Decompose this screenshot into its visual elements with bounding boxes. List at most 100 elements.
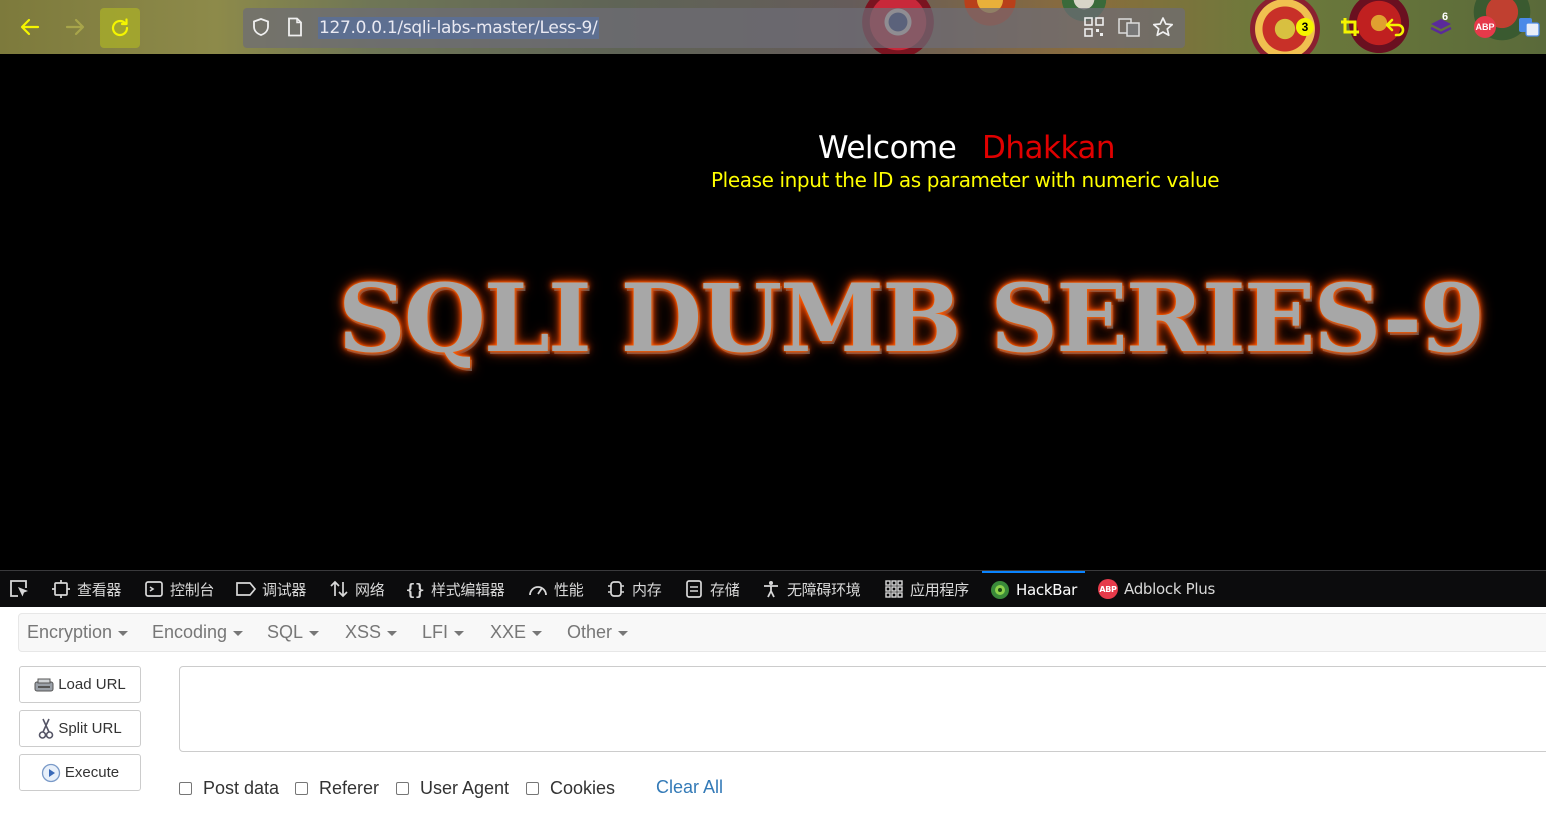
menu-sql[interactable]: SQL [267,614,320,651]
tab-memory[interactable]: 内存 [606,571,662,607]
load-url-button[interactable]: Load URL [19,666,141,703]
devtools-tab-bar: 查看器 控制台 调试器 网络 {} 样式编辑器 性能 内存 存储 无障碍环境 应… [0,570,1546,607]
translate-extension-icon [1519,18,1540,37]
tracking-protection-shield[interactable] [248,14,274,40]
post-data-checkbox[interactable]: Post data [179,778,279,799]
caret-down-icon [454,630,465,636]
tab-label: 性能 [554,580,584,599]
back-button[interactable] [14,11,46,43]
scissors-icon [38,718,54,740]
menu-xxe[interactable]: XXE [490,614,543,651]
browser-toolbar: 127.0.0.1/sqli-labs-master/Less-9/ 3 6 A… [0,0,1546,54]
page-icon [288,17,302,37]
forward-button[interactable] [59,11,91,43]
bookmark-star-button[interactable] [1150,14,1176,40]
split-url-button[interactable]: Split URL [19,710,141,747]
element-picker-button[interactable] [8,571,30,607]
checkbox-box[interactable] [179,782,192,795]
console-icon [144,579,164,599]
url-text[interactable]: 127.0.0.1/sqli-labs-master/Less-9/ [318,17,599,39]
page-info[interactable] [282,14,308,40]
tab-accessibility[interactable]: 无障碍环境 [761,571,861,607]
tab-label: 内存 [632,580,662,599]
load-url-icon [34,677,54,693]
menu-xss[interactable]: XSS [345,614,398,651]
notification-badge-button[interactable]: 3 [1292,14,1318,40]
cookies-checkbox[interactable]: Cookies [526,778,615,799]
tab-label: Adblock Plus [1124,580,1216,598]
adblock-plus-icon: ABP [1474,16,1496,38]
tab-storage[interactable]: 存储 [684,571,740,607]
caret-down-icon [233,630,244,636]
tab-network[interactable]: 网络 [329,571,385,607]
menu-label: SQL [267,622,304,642]
checkbox-box[interactable] [526,782,539,795]
tab-hackbar[interactable]: HackBar [982,571,1085,607]
tab-label: 无障碍环境 [787,580,861,599]
translate-extension-button[interactable] [1516,14,1542,40]
tab-console[interactable]: 控制台 [144,571,214,607]
element-picker-icon [10,580,28,597]
hackbar-panel: Encryption Encoding SQL XSS LFI XXE Othe… [0,607,1546,837]
hackbar-icon [990,580,1010,600]
tab-performance[interactable]: 性能 [528,571,584,607]
menu-encryption[interactable]: Encryption [27,614,129,651]
qr-code-button[interactable] [1081,14,1107,40]
crop-icon [1341,18,1359,36]
menu-label: Encryption [27,622,113,642]
application-icon [884,579,904,599]
checkbox-box[interactable] [396,782,409,795]
undo-extension-button[interactable] [1382,14,1408,40]
tab-adblock-plus[interactable]: ABP Adblock Plus [1098,571,1215,607]
caret-down-icon [118,630,129,636]
tab-label: 样式编辑器 [431,580,505,599]
menu-lfi[interactable]: LFI [422,614,465,651]
tab-label: HackBar [1016,581,1077,599]
execute-button[interactable]: Execute [19,754,141,791]
checkbox-label: Referer [319,778,380,798]
crop-extension-button[interactable] [1337,14,1363,40]
hackbar-menu: Encryption Encoding SQL XSS LFI XXE Othe… [18,613,1546,652]
network-icon [329,579,349,599]
reload-button[interactable] [100,8,140,48]
adblock-plus-icon-text: ABP [1098,579,1118,599]
translate-icon [1118,18,1140,37]
welcome-text: Welcome [818,130,957,166]
tab-debugger[interactable]: 调试器 [236,571,306,607]
user-agent-checkbox[interactable]: User Agent [396,778,509,799]
menu-label: Other [567,622,613,642]
badge-count: 3 [1296,18,1314,36]
caret-down-icon [618,630,629,636]
tab-label: 控制台 [170,580,215,599]
undo-arrow-icon [1385,18,1405,37]
tab-inspector[interactable]: 查看器 [51,571,121,607]
menu-encoding[interactable]: Encoding [152,614,244,651]
menu-label: XXE [490,622,527,642]
referer-checkbox[interactable]: Referer [295,778,379,799]
page-content: Welcome Dhakkan Please input the ID as p… [0,54,1546,570]
menu-label: LFI [422,622,449,642]
checkbox-label: User Agent [420,778,510,798]
layers-extension-button[interactable]: 6 [1428,11,1454,40]
series-banner: SQLI DUMB SERIES-9 [338,264,1485,374]
clear-all-link[interactable]: Clear All [656,777,723,798]
memory-icon [606,579,626,599]
checkbox-box[interactable] [295,782,308,795]
accessibility-icon [761,579,781,599]
style-editor-icon: {} [405,579,425,599]
reload-icon [111,18,129,37]
adblock-plus-button[interactable]: ABP [1472,14,1498,40]
storage-icon [684,579,704,599]
tab-style-editor[interactable]: {} 样式编辑器 [405,571,505,607]
tab-application[interactable]: 应用程序 [884,571,969,607]
qr-code-icon [1084,17,1104,37]
menu-label: XSS [345,622,382,642]
layers-icon [1430,19,1452,35]
checkbox-label: Post data [203,778,280,798]
checkbox-label: Cookies [550,778,616,798]
url-textarea[interactable] [179,666,1546,752]
execute-label: Execute [64,764,120,781]
menu-other[interactable]: Other [567,614,629,651]
translate-page-button[interactable] [1116,14,1142,40]
split-url-label: Split URL [58,720,122,737]
